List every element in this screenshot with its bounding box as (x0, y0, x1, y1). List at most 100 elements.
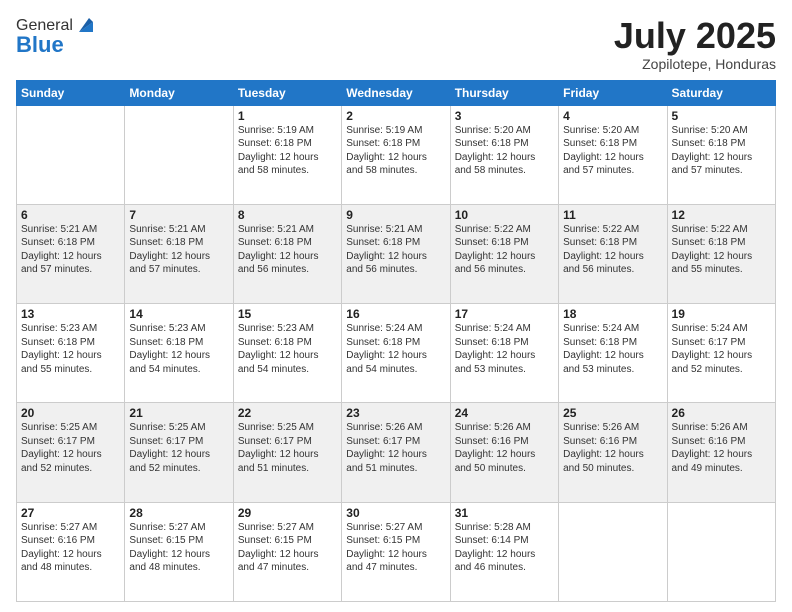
day-number: 30 (346, 506, 445, 520)
header-sunday: Sunday (17, 80, 125, 105)
table-cell (667, 502, 775, 601)
day-number: 1 (238, 109, 337, 123)
location-label: Zopilotepe, Honduras (614, 56, 776, 72)
table-cell: 2 Sunrise: 5:19 AM Sunset: 6:18 PM Daylig… (342, 105, 450, 204)
day-info-text: Sunrise: 5:21 AM Sunset: 6:18 PM Dayligh… (238, 224, 319, 276)
header-thursday: Thursday (450, 80, 558, 105)
table-cell: 30 Sunrise: 5:27 AM Sunset: 6:15 PM Dayli… (342, 502, 450, 601)
table-cell (125, 105, 233, 204)
day-info-text: Sunrise: 5:23 AM Sunset: 6:18 PM Dayligh… (238, 323, 319, 375)
table-cell: 7 Sunrise: 5:21 AM Sunset: 6:18 PM Daylig… (125, 204, 233, 303)
day-info-text: Sunrise: 5:23 AM Sunset: 6:18 PM Dayligh… (21, 323, 102, 375)
calendar-table: Sunday Monday Tuesday Wednesday Thursday… (16, 80, 776, 602)
table-cell: 17Sunrise: 5:24 AM Sunset: 6:18 PM Dayli… (450, 304, 558, 403)
day-info-text: Sunrise: 5:25 AM Sunset: 6:17 PM Dayligh… (129, 422, 210, 474)
day-number: 26 (672, 406, 771, 420)
page: General Blue July 2025 Zopilotepe, Hondu… (0, 0, 792, 612)
day-info-text: Sunrise: 5:26 AM Sunset: 6:16 PM Dayligh… (672, 422, 753, 474)
header-monday: Monday (125, 80, 233, 105)
day-number: 14 (129, 307, 228, 321)
table-cell: 28 Sunrise: 5:27 AM Sunset: 6:15 PM Dayli… (125, 502, 233, 601)
day-info-text: Sunrise: 5:21 AM Sunset: 6:18 PM Dayligh… (129, 224, 210, 276)
calendar-week-row: 20 Sunrise: 5:25 AM Sunset: 6:17 PM Dayli… (17, 403, 776, 502)
table-cell: 18 Sunrise: 5:24 AM Sunset: 6:18 PM Dayli… (559, 304, 667, 403)
table-cell: 8Sunrise: 5:21 AM Sunset: 6:18 PM Daylig… (233, 204, 341, 303)
table-cell: 22 Sunrise: 5:25 AM Sunset: 6:17 PM Dayli… (233, 403, 341, 502)
table-cell: 12 Sunrise: 5:22 AM Sunset: 6:18 PM Dayli… (667, 204, 775, 303)
day-info-text: Sunrise: 5:21 AM Sunset: 6:18 PM Dayligh… (346, 224, 427, 276)
calendar-header-row: Sunday Monday Tuesday Wednesday Thursday… (17, 80, 776, 105)
table-cell: 24Sunrise: 5:26 AM Sunset: 6:16 PM Dayli… (450, 403, 558, 502)
day-number: 2 (346, 109, 445, 123)
header-saturday: Saturday (667, 80, 775, 105)
day-number: 21 (129, 406, 228, 420)
day-number: 9 (346, 208, 445, 222)
logo-icon (75, 14, 97, 36)
day-info-text: Sunrise: 5:27 AM Sunset: 6:15 PM Dayligh… (129, 522, 210, 574)
day-number: 20 (21, 406, 120, 420)
table-cell (17, 105, 125, 204)
table-cell: 20 Sunrise: 5:25 AM Sunset: 6:17 PM Dayli… (17, 403, 125, 502)
day-number: 13 (21, 307, 120, 321)
table-cell: 4 Sunrise: 5:20 AM Sunset: 6:18 PM Daylig… (559, 105, 667, 204)
table-cell: 26 Sunrise: 5:26 AM Sunset: 6:16 PM Dayli… (667, 403, 775, 502)
day-info-text: Sunrise: 5:26 AM Sunset: 6:16 PM Dayligh… (563, 422, 644, 474)
day-number: 5 (672, 109, 771, 123)
table-cell (559, 502, 667, 601)
day-info-text: Sunrise: 5:24 AM Sunset: 6:18 PM Dayligh… (346, 323, 427, 375)
table-cell: 1 Sunrise: 5:19 AM Sunset: 6:18 PM Daylig… (233, 105, 341, 204)
table-cell: 19 Sunrise: 5:24 AM Sunset: 6:17 PM Dayli… (667, 304, 775, 403)
day-number: 27 (21, 506, 120, 520)
day-info-text: Sunrise: 5:24 AM Sunset: 6:18 PM Dayligh… (563, 323, 644, 375)
table-cell: 23Sunrise: 5:26 AM Sunset: 6:17 PM Dayli… (342, 403, 450, 502)
day-info-text: Sunrise: 5:25 AM Sunset: 6:17 PM Dayligh… (238, 422, 319, 474)
calendar-week-row: 1 Sunrise: 5:19 AM Sunset: 6:18 PM Daylig… (17, 105, 776, 204)
day-number: 3 (455, 109, 554, 123)
day-info-text: Sunrise: 5:22 AM Sunset: 6:18 PM Dayligh… (672, 224, 753, 276)
day-info-text: Sunrise: 5:20 AM Sunset: 6:18 PM Dayligh… (672, 125, 753, 177)
title-block: July 2025 Zopilotepe, Honduras (614, 16, 776, 72)
day-info-text: Sunrise: 5:19 AM Sunset: 6:18 PM Dayligh… (346, 125, 427, 177)
day-number: 19 (672, 307, 771, 321)
day-info-text: Sunrise: 5:27 AM Sunset: 6:15 PM Dayligh… (238, 522, 319, 574)
day-info-text: Sunrise: 5:26 AM Sunset: 6:17 PM Dayligh… (346, 422, 427, 474)
day-info-text: Sunrise: 5:27 AM Sunset: 6:15 PM Dayligh… (346, 522, 427, 574)
table-cell: 15 Sunrise: 5:23 AM Sunset: 6:18 PM Dayli… (233, 304, 341, 403)
day-number: 10 (455, 208, 554, 222)
day-info-text: Sunrise: 5:19 AM Sunset: 6:18 PM Dayligh… (238, 125, 319, 177)
day-info-text: Sunrise: 5:20 AM Sunset: 6:18 PM Dayligh… (563, 125, 644, 177)
logo-blue-text: Blue (16, 32, 64, 58)
day-number: 29 (238, 506, 337, 520)
day-number: 4 (563, 109, 662, 123)
header-tuesday: Tuesday (233, 80, 341, 105)
table-cell: 11Sunrise: 5:22 AM Sunset: 6:18 PM Dayli… (559, 204, 667, 303)
table-cell: 3 Sunrise: 5:20 AM Sunset: 6:18 PM Daylig… (450, 105, 558, 204)
day-number: 11 (563, 208, 662, 222)
month-year-title: July 2025 (614, 16, 776, 56)
day-number: 12 (672, 208, 771, 222)
day-number: 22 (238, 406, 337, 420)
table-cell: 10 Sunrise: 5:22 AM Sunset: 6:18 PM Dayli… (450, 204, 558, 303)
day-info-text: Sunrise: 5:24 AM Sunset: 6:17 PM Dayligh… (672, 323, 753, 375)
header-wednesday: Wednesday (342, 80, 450, 105)
day-number: 15 (238, 307, 337, 321)
day-number: 17 (455, 307, 554, 321)
day-number: 31 (455, 506, 554, 520)
day-info-text: Sunrise: 5:28 AM Sunset: 6:14 PM Dayligh… (455, 522, 536, 574)
day-info-text: Sunrise: 5:20 AM Sunset: 6:18 PM Dayligh… (455, 125, 536, 177)
table-cell: 27 Sunrise: 5:27 AM Sunset: 6:16 PM Dayli… (17, 502, 125, 601)
day-number: 7 (129, 208, 228, 222)
day-number: 24 (455, 406, 554, 420)
table-cell: 6 Sunrise: 5:21 AM Sunset: 6:18 PM Daylig… (17, 204, 125, 303)
day-number: 6 (21, 208, 120, 222)
day-info-text: Sunrise: 5:21 AM Sunset: 6:18 PM Dayligh… (21, 224, 102, 276)
calendar-week-row: 13 Sunrise: 5:23 AM Sunset: 6:18 PM Dayli… (17, 304, 776, 403)
calendar-week-row: 27 Sunrise: 5:27 AM Sunset: 6:16 PM Dayli… (17, 502, 776, 601)
day-info-text: Sunrise: 5:27 AM Sunset: 6:16 PM Dayligh… (21, 522, 102, 574)
day-number: 18 (563, 307, 662, 321)
day-info-text: Sunrise: 5:22 AM Sunset: 6:18 PM Dayligh… (455, 224, 536, 276)
day-number: 28 (129, 506, 228, 520)
table-cell: 29 Sunrise: 5:27 AM Sunset: 6:15 PM Dayli… (233, 502, 341, 601)
calendar-week-row: 6 Sunrise: 5:21 AM Sunset: 6:18 PM Daylig… (17, 204, 776, 303)
day-info-text: Sunrise: 5:25 AM Sunset: 6:17 PM Dayligh… (21, 422, 102, 474)
